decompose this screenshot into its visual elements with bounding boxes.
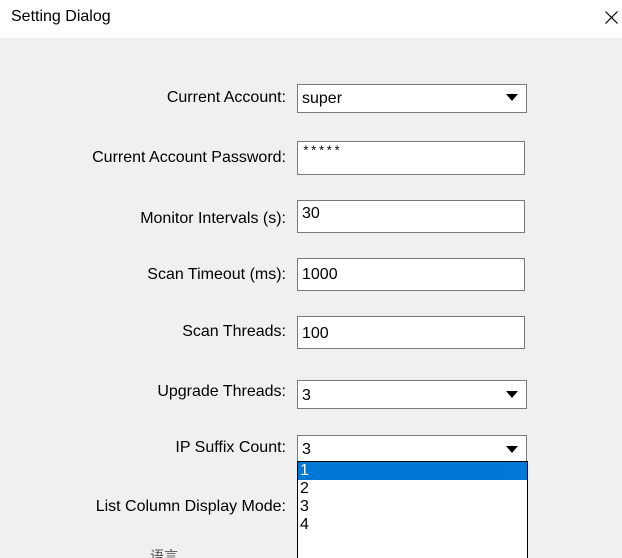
chevron-down-icon [506, 391, 518, 398]
setting-dialog: Setting Dialog Current Account: super Cu… [0, 0, 622, 558]
ip-suffix-count-dropdown-button[interactable] [501, 440, 523, 461]
monitor-intervals-label: Monitor Intervals (s): [140, 210, 286, 227]
monitor-intervals-field[interactable]: 30 [297, 200, 525, 233]
upgrade-threads-dropdown-button[interactable] [501, 385, 523, 406]
dropdown-option-2[interactable]: 2 [298, 480, 527, 498]
current-account-password-field[interactable]: ***** [297, 141, 525, 175]
chevron-down-icon [506, 446, 518, 453]
current-account-label: Current Account: [166, 89, 286, 106]
upgrade-threads-select[interactable]: 3 [297, 380, 527, 409]
language-label: 语言 [150, 548, 178, 558]
dropdown-option-1[interactable]: 1 [298, 462, 527, 480]
scan-timeout-label: Scan Timeout (ms): [147, 266, 286, 283]
upgrade-threads-label: Upgrade Threads: [157, 383, 286, 400]
scan-threads-field[interactable]: 100 [297, 316, 525, 349]
ip-suffix-count-label: IP Suffix Count: [175, 439, 286, 456]
dropdown-option-3[interactable]: 3 [298, 498, 527, 516]
scan-timeout-field[interactable]: 1000 [297, 258, 525, 291]
ip-suffix-count-value: 3 [302, 441, 311, 458]
current-account-value: super [302, 90, 343, 107]
upgrade-threads-value: 3 [302, 387, 311, 404]
close-icon [605, 11, 618, 24]
current-account-select[interactable]: super [297, 84, 527, 113]
dialog-title: Setting Dialog [11, 8, 111, 25]
title-bar: Setting Dialog [0, 0, 622, 38]
dropdown-option-4[interactable]: 4 [298, 516, 527, 534]
ip-suffix-count-select[interactable]: 3 [297, 435, 527, 464]
chevron-down-icon [506, 94, 518, 101]
ip-suffix-count-dropdown-list: 1 2 3 4 [297, 461, 528, 558]
current-account-dropdown-button[interactable] [501, 88, 523, 109]
current-account-password-label: Current Account Password: [92, 149, 286, 166]
list-column-display-mode-label: List Column Display Mode: [95, 498, 286, 515]
close-button[interactable] [600, 0, 622, 34]
scan-threads-label: Scan Threads: [182, 323, 286, 340]
